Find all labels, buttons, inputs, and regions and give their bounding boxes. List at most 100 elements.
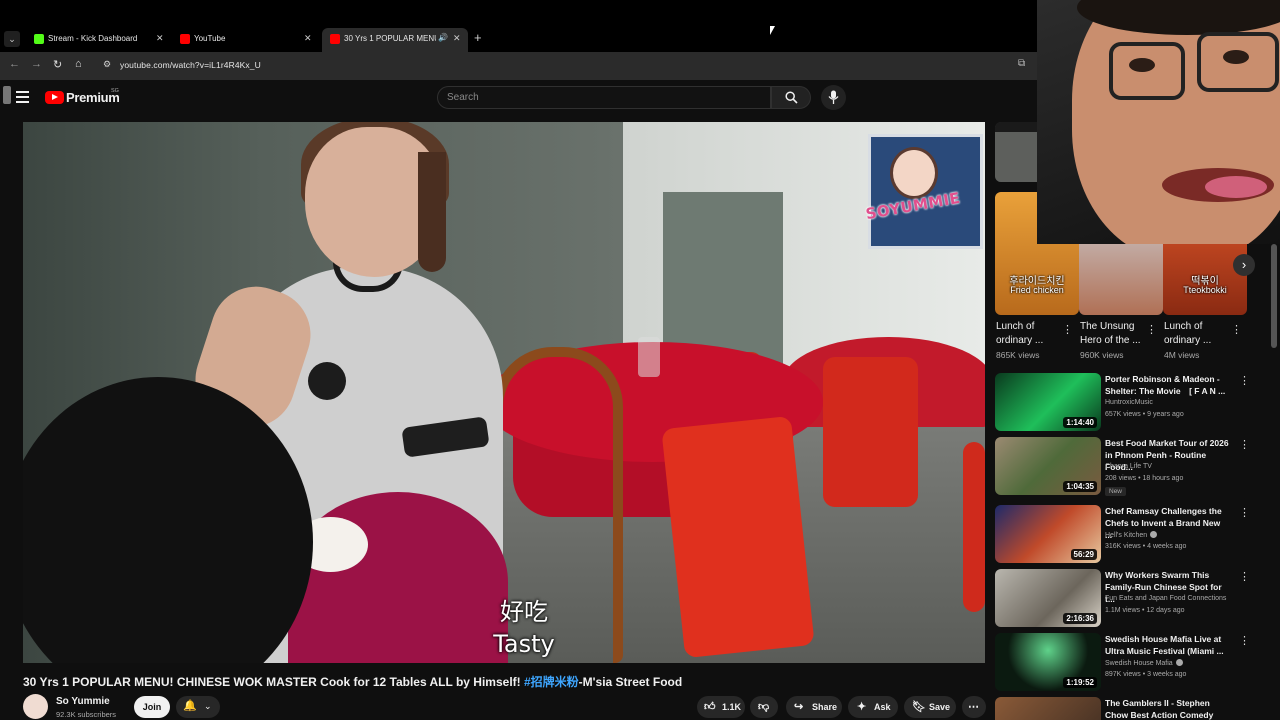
ask-label: Ask	[874, 702, 891, 712]
recommendation-channel[interactable]: Swedish House Mafia	[1105, 659, 1183, 667]
region-code: SG	[111, 88, 119, 94]
tab-video[interactable]: 30 Yrs 1 POPULAR MENU! C 🔊 ✕	[322, 28, 468, 52]
video-thumbnail[interactable]: 56:29	[995, 505, 1101, 563]
forward-icon[interactable]: →	[31, 58, 42, 70]
recommendation-title[interactable]: Porter Robinson & Madeon - Shelter: The …	[1105, 373, 1229, 397]
search-button[interactable]	[771, 86, 811, 109]
new-tab-button[interactable]: +	[474, 30, 482, 45]
watermark-mascot-icon	[890, 147, 938, 199]
more-vert-icon[interactable]: ⋮	[1239, 438, 1250, 451]
cast-icon[interactable]: ⧉	[1018, 58, 1025, 69]
scene-watch	[308, 362, 346, 400]
sparkle-icon: ✦	[857, 701, 867, 713]
verified-icon	[1175, 659, 1183, 666]
more-vert-icon[interactable]: ⋮	[1239, 506, 1250, 519]
short-caption: Fried chicken	[1010, 285, 1064, 295]
scene-chair	[823, 357, 918, 507]
chevron-right-icon[interactable]: ›	[1233, 254, 1255, 276]
page-scrollbar[interactable]	[3, 86, 11, 104]
short-title[interactable]: Lunch of ordinary ...	[1164, 320, 1230, 348]
tab-title: Stream - Kick Dashboard	[48, 34, 138, 43]
recommendation-title[interactable]: The Gamblers II - Stephen Chow Best Acti…	[1105, 697, 1229, 720]
more-vert-icon[interactable]: ⋮	[1062, 323, 1073, 336]
speaker-icon[interactable]: 🔊	[438, 33, 448, 42]
recommendation-item[interactable]: 1:19:52 Swedish House Mafia Live at Ultr…	[995, 633, 1275, 693]
video-thumbnail[interactable]: 1:04:35	[995, 437, 1101, 495]
chevron-down-icon: ⌄	[204, 701, 212, 711]
search-icon	[785, 91, 798, 104]
hashtag-link[interactable]: #招牌米粉	[524, 675, 579, 689]
youtube-favicon-icon	[180, 34, 190, 44]
join-button[interactable]: Join	[134, 696, 170, 718]
duration-badge: 1:14:40	[1063, 417, 1097, 428]
back-icon[interactable]: ←	[9, 58, 20, 70]
like-count: 1.1K	[722, 702, 742, 712]
recommendation-channel[interactable]: Fun Eats and Japan Food Connections	[1105, 595, 1226, 602]
short-title[interactable]: The Unsung Hero of the ...	[1080, 320, 1146, 348]
youtube-logo-icon[interactable]	[45, 91, 64, 104]
tab-search-icon[interactable]: ⌄	[4, 31, 20, 47]
recommendation-item[interactable]: 56:29 Chef Ramsay Challenges the Chefs t…	[995, 505, 1275, 565]
recommendation-meta: 208 views • 18 hours ago	[1105, 475, 1184, 482]
search-placeholder: Search	[447, 92, 479, 103]
video-thumbnail[interactable]: 1:19:52	[995, 633, 1101, 691]
site-info-icon[interactable]: ⚙	[103, 59, 111, 70]
search-input[interactable]: Search	[437, 86, 771, 109]
more-vert-icon[interactable]: ⋮	[1239, 570, 1250, 583]
ask-button[interactable]: ✦ Ask	[848, 696, 898, 718]
video-title: 30 Yrs 1 POPULAR MENU! CHINESE WOK MASTE…	[23, 675, 683, 689]
recommendation-item[interactable]: 1:14:40 Porter Robinson & Madeon - Shelt…	[995, 373, 1275, 433]
recommendation-title[interactable]: Swedish House Mafia Live at Ultra Music …	[1105, 633, 1229, 657]
more-vert-icon[interactable]: ⋮	[1146, 323, 1157, 336]
scene-chair	[963, 442, 985, 612]
tab-close-icon[interactable]: ✕	[304, 33, 312, 44]
subscriber-count: 92.3K subscribers	[56, 710, 117, 719]
channel-avatar[interactable]	[23, 694, 48, 719]
share-button[interactable]: ↪ Share	[786, 696, 842, 718]
thumbs-down-icon: 👎︎	[758, 701, 770, 713]
sidebar-scrollbar[interactable]	[1271, 244, 1277, 348]
like-button[interactable]: 👍︎ 1.1K	[697, 696, 745, 718]
recommendation-meta: 1.1M views • 12 days ago	[1105, 607, 1185, 614]
tab-youtube[interactable]: YouTube ✕	[172, 28, 320, 52]
recommendation-channel[interactable]: Chanra Life TV	[1105, 463, 1152, 470]
voice-search-button[interactable]	[821, 85, 846, 110]
more-vert-icon[interactable]: ⋮	[1239, 374, 1250, 387]
save-button[interactable]: 🔖︎ Save	[904, 696, 956, 718]
recommendation-channel[interactable]: Hell's Kitchen	[1105, 531, 1158, 539]
verified-icon	[1150, 531, 1158, 538]
dislike-button[interactable]: 👎︎	[750, 696, 778, 718]
scene-glass	[638, 337, 660, 377]
duration-badge: 56:29	[1070, 549, 1097, 560]
more-vert-icon[interactable]: ⋮	[1231, 323, 1242, 336]
tab-close-icon[interactable]: ✕	[453, 33, 461, 44]
tab-title: YouTube	[194, 34, 226, 43]
video-thumbnail[interactable]: 1:14:40	[995, 373, 1101, 431]
more-vert-icon[interactable]: ⋮	[1239, 634, 1250, 647]
reload-icon[interactable]: ↻	[53, 58, 62, 71]
tab-close-icon[interactable]: ✕	[156, 33, 164, 44]
more-horiz-icon: ⋯	[968, 701, 979, 713]
short-views: 865K views	[996, 350, 1040, 360]
short-caption: Tteokbokki	[1183, 285, 1227, 295]
recommendation-item[interactable]: 2:16:36 Why Workers Swarm This Family-Ru…	[995, 569, 1275, 629]
channel-watermark: SOYUMMIE	[858, 137, 968, 247]
recommendation-item[interactable]: 1:04:35 Best Food Market Tour of 2026 in…	[995, 437, 1275, 497]
short-title[interactable]: Lunch of ordinary ...	[996, 320, 1062, 348]
video-player[interactable]: SOYUMMIE 好吃 Tasty	[23, 122, 985, 663]
share-icon: ↪	[794, 701, 804, 713]
tab-kick[interactable]: Stream - Kick Dashboard ✕	[26, 28, 170, 52]
mouse-cursor-icon	[770, 26, 775, 35]
channel-name[interactable]: So Yummie	[56, 696, 110, 707]
home-icon[interactable]: ⌂	[75, 58, 82, 70]
address-bar[interactable]: youtube.com/watch?v=iL1r4R4Kx_U	[120, 60, 261, 70]
hamburger-icon[interactable]	[16, 91, 29, 103]
video-thumbnail[interactable]	[995, 697, 1101, 720]
mic-icon	[828, 90, 839, 104]
webcam-overlay	[1037, 0, 1280, 244]
subscription-bell-button[interactable]: 🔔 ⌄	[176, 696, 220, 718]
video-thumbnail[interactable]: 2:16:36	[995, 569, 1101, 627]
recommendation-item[interactable]: The Gamblers II - Stephen Chow Best Acti…	[995, 697, 1275, 720]
more-actions-button[interactable]: ⋯	[962, 696, 986, 718]
recommendation-channel[interactable]: HuntroxicMusic	[1105, 399, 1153, 406]
